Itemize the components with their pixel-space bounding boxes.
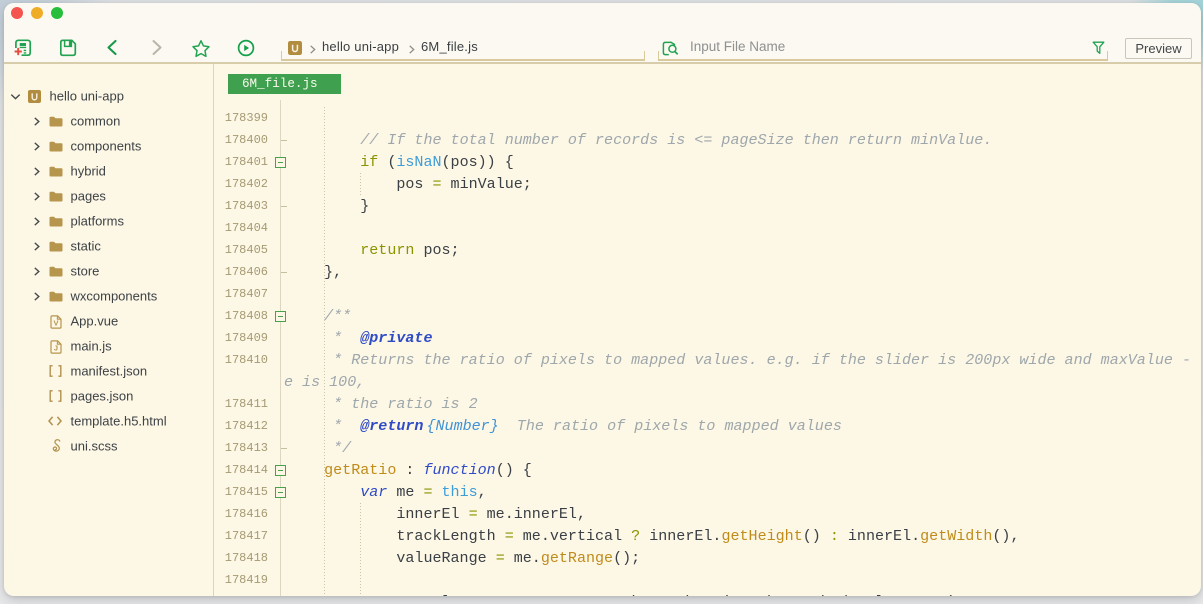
svg-text:V: V — [53, 318, 58, 327]
svg-text:J: J — [54, 343, 58, 352]
